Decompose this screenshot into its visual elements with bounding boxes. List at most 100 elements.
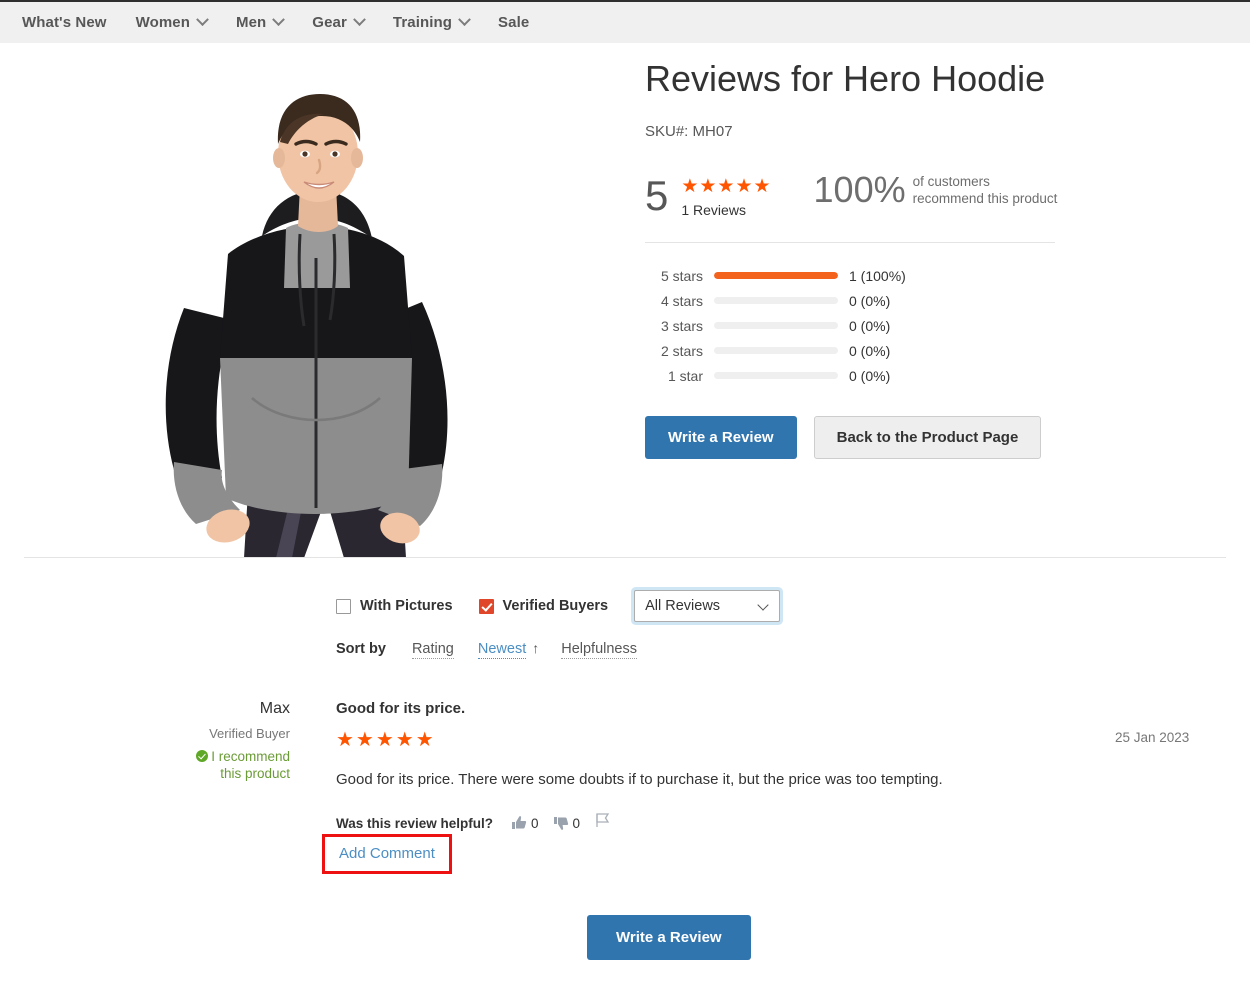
nav-item-training[interactable]: Training — [392, 13, 471, 31]
add-comment-link[interactable]: Add Comment — [339, 845, 435, 862]
thumbs-down-icon — [553, 817, 568, 830]
verified-buyers-label: Verified Buyers — [502, 598, 609, 614]
breakdown-bar-track — [714, 297, 838, 305]
helpful-question: Was this review helpful? — [336, 815, 494, 831]
average-rating-stars: ★★★★★ — [681, 176, 772, 198]
write-review-button[interactable]: Write a Review — [645, 416, 797, 460]
filter-with-pictures[interactable]: With Pictures — [336, 598, 453, 614]
sort-direction-arrow-icon: ↑ — [532, 640, 540, 656]
breakdown-label: 5 stars — [660, 267, 703, 284]
chevron-down-icon — [458, 13, 471, 27]
review-type-select[interactable]: All Reviews — [634, 590, 781, 622]
breakdown-label: 2 stars — [660, 342, 703, 359]
nav-item-women[interactable]: Women — [135, 13, 209, 31]
breakdown-bar-track — [714, 372, 838, 380]
sort-option-helpfulness[interactable]: Helpfulness — [561, 641, 637, 659]
verified-buyers-checkbox[interactable] — [478, 598, 494, 614]
breakdown-bar-track — [714, 272, 838, 280]
recommend-text: of customers recommend this product — [913, 173, 1058, 208]
breakdown-bar-track — [714, 347, 838, 355]
breakdown-value: 0 (0%) — [849, 342, 891, 359]
breakdown-bar-fill — [714, 272, 838, 280]
sort-bar: Sort by Rating Newest ↑ Helpfulness — [336, 640, 661, 659]
breakdown-label: 3 stars — [660, 317, 703, 334]
nav-item-men[interactable]: Men — [235, 13, 286, 31]
nav-label: Women — [135, 14, 190, 31]
rating-breakdown: 5 stars 1 (100%) 4 stars 0 (0%) 3 stars … — [645, 263, 1075, 388]
bottom-actions: Write a Review — [587, 915, 751, 960]
nav-item-whats-new[interactable]: What's New — [22, 14, 107, 31]
verified-buyer-badge: Verified Buyer — [209, 726, 290, 741]
report-flag-icon[interactable] — [596, 813, 610, 833]
breakdown-label: 4 stars — [660, 292, 703, 309]
nav-label: Men — [235, 14, 267, 31]
product-image — [100, 58, 540, 558]
thumbs-down-vote[interactable]: 0 — [553, 815, 581, 831]
nav-item-sale[interactable]: Sale — [498, 14, 529, 31]
thumbs-down-count: 0 — [572, 815, 581, 831]
rating-breakdown-row: 2 stars 0 (0%) — [645, 338, 1075, 363]
review-summary-panel: Reviews for Hero Hoodie SKU#: MH07 5 ★★★… — [645, 58, 1075, 460]
review-date: 25 Jan 2023 — [1115, 730, 1190, 745]
rating-summary: 5 ★★★★★ 1 Reviews 100% of customers reco… — [645, 172, 1075, 220]
sku-label: SKU#: — [645, 123, 689, 141]
recommend-text-line1: of customers — [912, 174, 990, 190]
sort-option-newest[interactable]: Newest — [477, 641, 527, 659]
breakdown-value: 0 (0%) — [849, 292, 891, 309]
thumbs-up-icon — [512, 816, 527, 829]
sku-line: SKU#: MH07 — [645, 123, 1075, 140]
rating-breakdown-row: 5 stars 1 (100%) — [645, 263, 1075, 288]
review-type-select-value: All Reviews — [645, 598, 721, 614]
nav-item-gear[interactable]: Gear — [312, 13, 366, 31]
recommend-badge-line1: I recommend — [211, 749, 290, 764]
review-text: Good for its price. There were some doub… — [336, 771, 943, 788]
divider — [645, 242, 1055, 244]
recommend-badge-line2: this product — [220, 765, 290, 781]
rating-breakdown-row: 1 star 0 (0%) — [645, 363, 1075, 388]
review-item: Good for its price. ★★★★★ Good for its p… — [336, 700, 1056, 833]
chevron-down-icon — [757, 599, 769, 611]
chevron-down-icon — [353, 13, 366, 27]
chevron-down-icon — [272, 13, 286, 27]
recommend-badge: I recommend this product — [150, 749, 290, 783]
sort-by-label: Sort by — [336, 641, 386, 657]
add-comment-highlight: Add Comment — [322, 834, 452, 874]
recommend-summary: 100% of customers recommend this product — [814, 172, 1058, 208]
review-helpful-row: Was this review helpful? 0 0 — [336, 813, 1056, 833]
reviews-count: 1 Reviews — [681, 202, 746, 219]
sku-value: MH07 — [692, 123, 733, 141]
rating-breakdown-row: 3 stars 0 (0%) — [645, 313, 1075, 338]
page-title: Reviews for Hero Hoodie — [645, 58, 1046, 99]
recommend-text-line2: recommend this product — [912, 191, 1058, 207]
main-navigation: What's New Women Men Gear Training Sale — [0, 0, 1250, 43]
chevron-down-icon — [196, 13, 209, 27]
section-divider — [24, 557, 1226, 558]
write-review-button-bottom[interactable]: Write a Review — [587, 915, 751, 960]
average-rating-value: 5 — [645, 172, 669, 220]
nav-label: Training — [392, 14, 453, 31]
review-author-name: Max — [259, 700, 290, 717]
rating-breakdown-row: 4 stars 0 (0%) — [645, 288, 1075, 313]
nav-label: Sale — [498, 14, 530, 31]
nav-label: What's New — [22, 14, 107, 31]
with-pictures-label: With Pictures — [360, 598, 453, 614]
sort-option-rating[interactable]: Rating — [411, 641, 454, 659]
nav-label: Gear — [312, 14, 347, 31]
breakdown-value: 0 (0%) — [849, 367, 891, 384]
breakdown-label: 1 star — [667, 367, 703, 384]
recommend-percent: 100% — [813, 169, 906, 211]
review-filters: With Pictures Verified Buyers All Review… — [336, 590, 781, 622]
summary-actions: Write a Review Back to the Product Page — [645, 416, 1075, 460]
check-circle-icon — [196, 750, 209, 762]
review-author-meta: Max Verified Buyer I recommend this prod… — [150, 700, 290, 783]
breakdown-value: 0 (0%) — [849, 317, 891, 334]
with-pictures-checkbox[interactable] — [336, 598, 351, 614]
review-rating-stars: ★★★★★ — [336, 729, 436, 751]
thumbs-up-count: 0 — [531, 815, 539, 831]
filter-verified-buyers[interactable]: Verified Buyers — [478, 598, 609, 614]
review-title: Good for its price. — [336, 700, 466, 717]
breakdown-bar-track — [714, 322, 838, 330]
thumbs-up-vote[interactable]: 0 — [511, 815, 539, 831]
back-to-product-button[interactable]: Back to the Product Page — [813, 416, 1042, 460]
breakdown-value: 1 (100%) — [849, 267, 906, 284]
